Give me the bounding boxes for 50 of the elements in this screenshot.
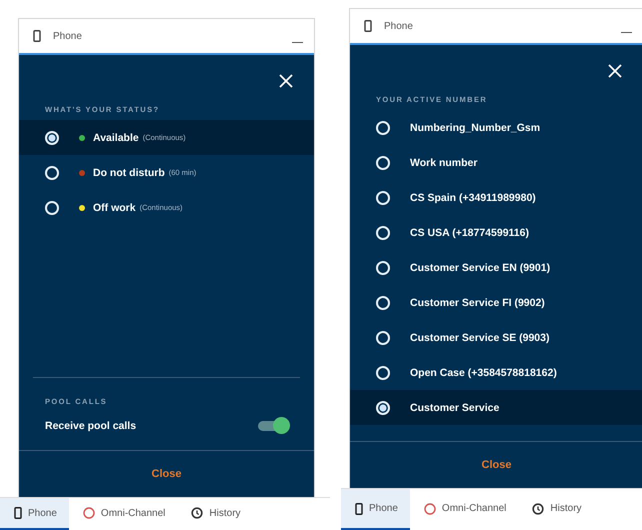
circle-icon (424, 502, 436, 514)
option-label: Customer Service SE (9903) (410, 332, 550, 344)
radio-button[interactable] (376, 120, 390, 134)
option-row[interactable]: Customer Service FI (9902) (350, 285, 642, 320)
radio-button[interactable] (376, 226, 390, 240)
close-icon[interactable] (278, 73, 294, 89)
panel-title: Phone (384, 20, 414, 32)
option-label: Off work (93, 202, 136, 214)
option-label: Customer Service (410, 402, 500, 414)
radio-button[interactable] (376, 330, 390, 344)
option-row[interactable]: CS Spain (+34911989980) (350, 180, 642, 215)
radio-button[interactable] (376, 400, 390, 414)
panel-title: Phone (53, 30, 83, 42)
option-label: Do not disturb (93, 166, 165, 178)
radio-button[interactable] (376, 366, 390, 380)
phone-icon (14, 507, 22, 519)
phone-icon (364, 20, 372, 32)
close-button[interactable]: Close (146, 467, 188, 481)
option-label: Available (93, 132, 139, 144)
clock-icon (191, 507, 204, 519)
option-row[interactable]: Open Case (+3584578818162) (350, 355, 642, 390)
circle-icon (82, 507, 95, 519)
phone-icon (33, 30, 41, 42)
option-row[interactable]: Customer Service SE (9903) (350, 320, 642, 355)
option-label: Customer Service FI (9902) (410, 296, 545, 308)
close-button[interactable]: Close (476, 458, 518, 472)
radio-button[interactable] (45, 200, 59, 214)
toggle-label: Receive pool calls (45, 420, 136, 432)
option-label: Open Case (+3584578818162) (410, 366, 557, 378)
option-label: CS Spain (+34911989980) (410, 192, 536, 204)
radio-button[interactable] (45, 130, 59, 144)
radio-button[interactable] (376, 190, 390, 204)
option-label: Customer Service EN (9901) (410, 262, 550, 274)
clock-icon (532, 502, 544, 514)
utility-tab[interactable]: Phone (341, 489, 410, 530)
option-row[interactable]: Customer Service EN (9901) (350, 250, 642, 285)
radio-button[interactable] (45, 166, 59, 180)
option-row[interactable]: Numbering_Number_Gsm (350, 110, 642, 145)
option-row[interactable]: Work number (350, 145, 642, 180)
option-label: CS USA (+18774599116) (410, 226, 529, 238)
option-row[interactable]: CS USA (+18774599116) (350, 215, 642, 250)
radio-button[interactable] (376, 296, 390, 310)
option-label: Numbering_Number_Gsm (410, 122, 540, 134)
phone-icon (355, 502, 363, 514)
option-row[interactable]: Customer Service (350, 390, 642, 425)
close-icon[interactable] (607, 63, 623, 79)
utility-tab[interactable]: Phone (0, 498, 69, 530)
radio-button[interactable] (376, 156, 390, 170)
option-label: Work number (410, 156, 478, 168)
radio-button[interactable] (376, 260, 390, 274)
